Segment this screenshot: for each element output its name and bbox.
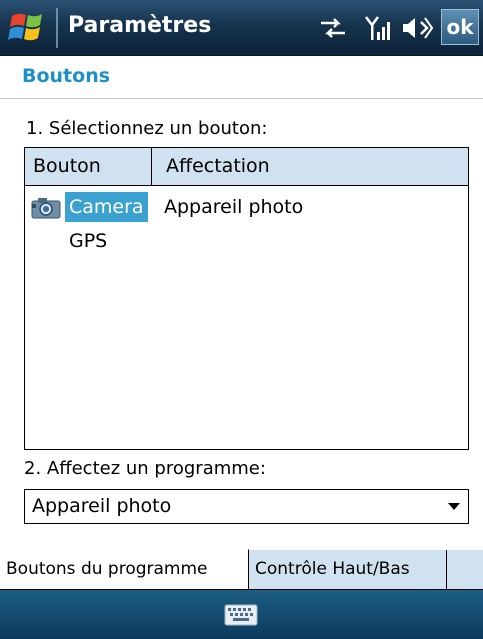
list-item-name: Camera [65, 192, 148, 222]
column-header-affectation[interactable]: Affectation [152, 148, 270, 192]
list-header: Bouton Affectation [25, 148, 468, 186]
dropdown-arrow-icon[interactable] [448, 503, 460, 510]
step2-label: 2. Affectez un programme: [24, 458, 266, 479]
window-title: Paramètres [68, 13, 212, 38]
tab-boutons-du-programme[interactable]: Boutons du programme [0, 549, 249, 590]
page-title: Boutons [22, 65, 111, 87]
list-row-camera[interactable]: Camera Appareil photo [25, 192, 468, 222]
heading-divider [0, 98, 483, 99]
camera-icon [31, 198, 61, 219]
title-separator [56, 8, 58, 48]
list-item-assignment: Appareil photo [164, 196, 304, 218]
speaker-icon[interactable] [400, 14, 434, 42]
keyboard-icon[interactable] [224, 604, 258, 626]
button-list[interactable]: Bouton Affectation Camera Appareil photo… [24, 147, 469, 450]
connectivity-icon[interactable] [318, 14, 348, 42]
program-dropdown[interactable]: Appareil photo [24, 489, 469, 524]
list-item-name: GPS [69, 230, 108, 252]
menu-bar [0, 590, 483, 639]
ok-button[interactable]: ok [441, 9, 479, 45]
list-row-gps[interactable]: GPS [25, 226, 468, 256]
tab-controle-haut-bas[interactable]: Contrôle Haut/Bas [249, 550, 447, 590]
signal-strength-icon[interactable] [364, 14, 394, 42]
start-button[interactable] [6, 6, 50, 48]
title-bar: Paramètres ok [0, 0, 483, 56]
tab-bar-filler [447, 550, 483, 590]
step1-label: 1. Sélectionnez un bouton: [26, 118, 268, 139]
dropdown-selected-value: Appareil photo [32, 495, 172, 517]
column-header-bouton[interactable]: Bouton [25, 148, 152, 185]
windows-flag-icon [8, 13, 42, 41]
tab-bar: Boutons du programme Contrôle Haut/Bas [0, 549, 483, 590]
